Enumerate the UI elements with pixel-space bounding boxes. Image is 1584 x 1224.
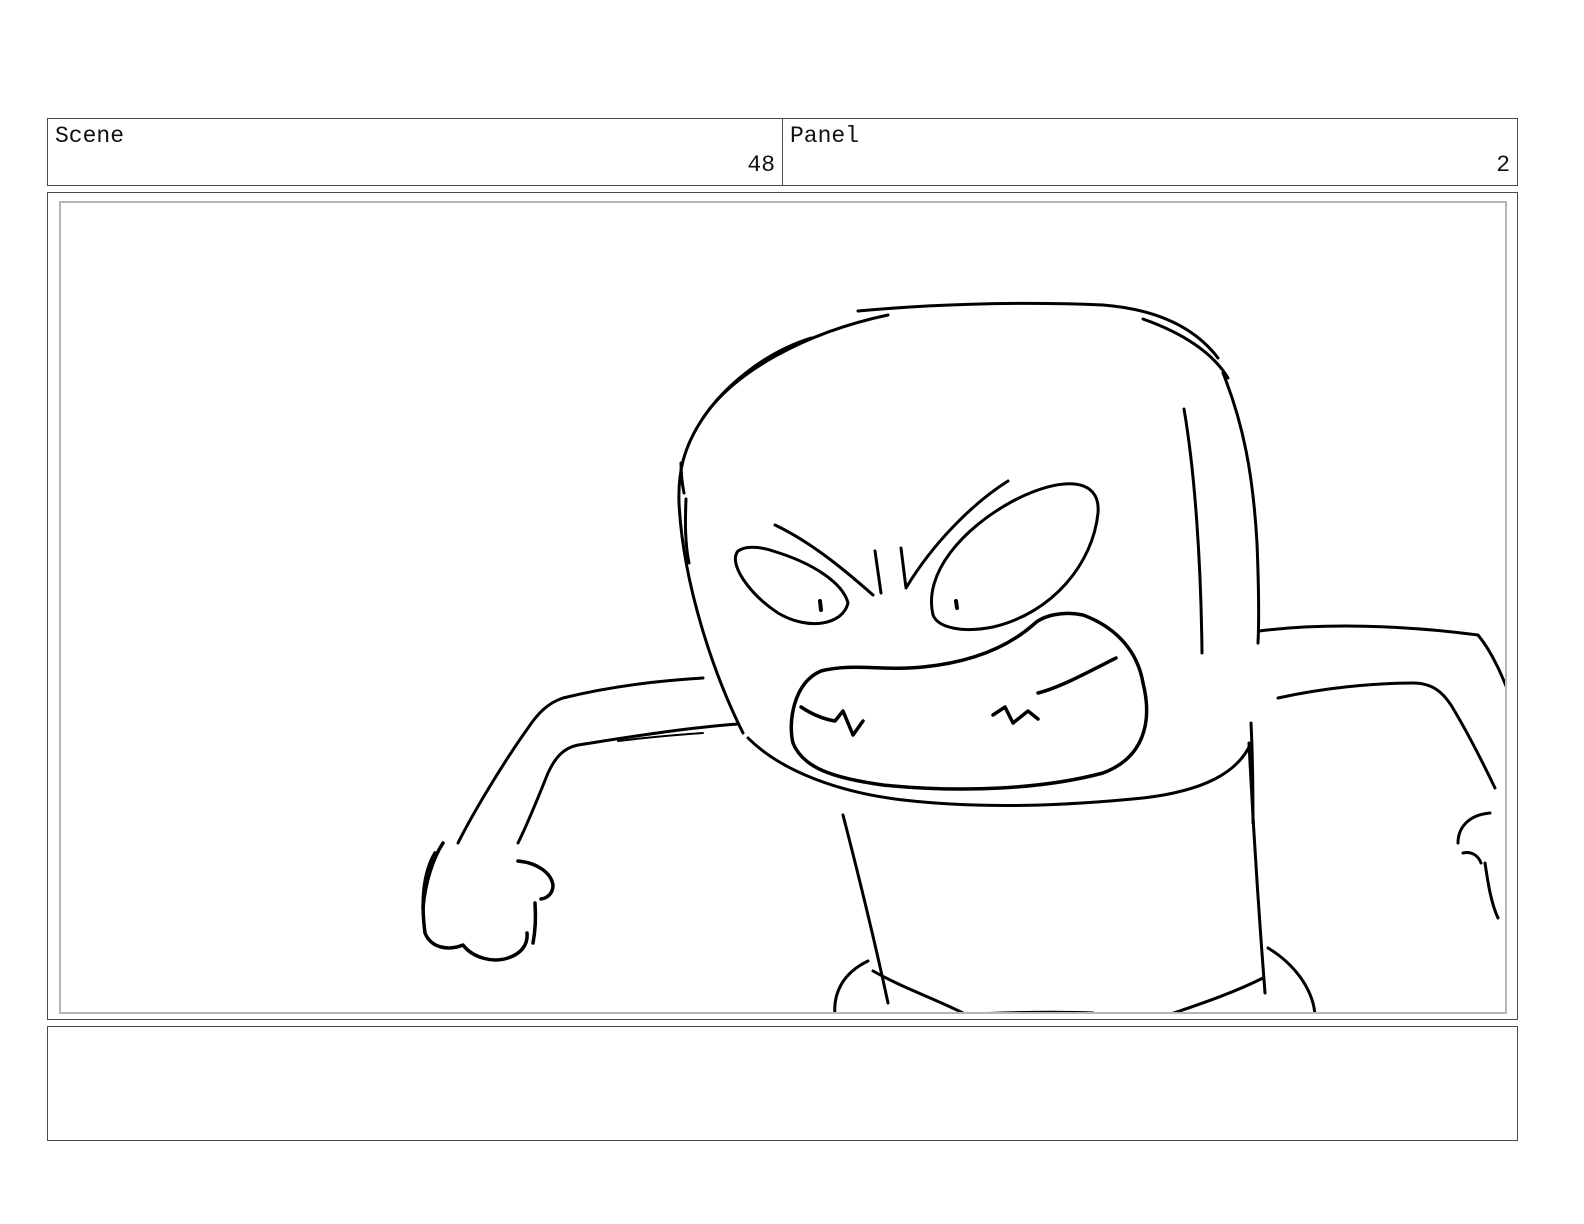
storyboard-header: Scene 48 Panel 2 xyxy=(47,118,1518,186)
frame-border xyxy=(59,201,1507,1014)
head-outline xyxy=(677,301,1261,735)
jaw-line xyxy=(746,721,1255,825)
character-sketch xyxy=(421,301,1505,1012)
storyboard-frame xyxy=(47,192,1518,1020)
mouth xyxy=(789,611,1149,791)
notes-box xyxy=(47,1026,1518,1141)
scene-label: Scene xyxy=(55,123,125,149)
panel-cell: Panel 2 xyxy=(783,119,1517,185)
body xyxy=(833,741,1317,1012)
right-arm xyxy=(1257,624,1505,920)
panel-number: 2 xyxy=(1496,152,1510,178)
scene-cell: Scene 48 xyxy=(48,119,783,185)
angry-brows xyxy=(773,479,1010,597)
panel-label: Panel xyxy=(790,123,860,149)
left-arm xyxy=(456,676,740,845)
scene-number: 48 xyxy=(747,152,775,178)
left-fist xyxy=(421,841,555,962)
right-eye xyxy=(930,482,1100,631)
